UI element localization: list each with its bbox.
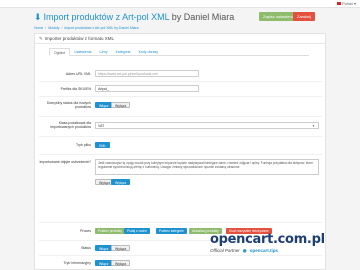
- top-bar: Polski ▾: [0, 0, 360, 8]
- module-status-on-toggle[interactable]: Włącz: [95, 245, 113, 251]
- info-mode-on-toggle[interactable]: Włącz: [95, 260, 113, 266]
- feed-mode-label: Tryb pliku: [75, 143, 91, 147]
- divider: [39, 222, 322, 223]
- divider: [39, 154, 322, 155]
- divider: [39, 81, 322, 82]
- fetch-categories-button[interactable]: Pobierz kategorie: [156, 228, 187, 234]
- language-selector[interactable]: Polski ▾: [337, 1, 356, 6]
- app-window: Polski ▾ ⬇ Import produktów z Art-pol XML…: [0, 0, 360, 270]
- breadcrumb-modules[interactable]: Moduły: [48, 26, 59, 30]
- tab-images[interactable]: Kody obrazy: [135, 48, 162, 56]
- watermark-partner: Official Partner ◉ opencart.tips: [210, 248, 278, 253]
- breadcrumb: Home / Moduły / Import produktów z Art-p…: [34, 26, 139, 30]
- module-status-off-toggle[interactable]: Wyłącz: [111, 245, 131, 251]
- status-no-toggle[interactable]: Wyłącz: [111, 102, 131, 108]
- divider: [39, 136, 322, 137]
- watermark-logo: opencart.com.pl Official Partner ◉ opencar…: [210, 232, 350, 254]
- note-on-toggle[interactable]: Wyłącz: [111, 179, 131, 185]
- note-label: Importowane objęte ostrzeżenie?: [39, 160, 91, 164]
- feed-mode-button[interactable]: XML: [95, 142, 111, 148]
- prefix-input[interactable]: Artpol_: [95, 85, 199, 92]
- tab-categories[interactable]: Kategorie: [112, 48, 135, 56]
- chevron-down-icon: ▼: [312, 124, 315, 128]
- close-button[interactable]: Zamknij: [293, 12, 316, 21]
- divider: [39, 96, 322, 97]
- cache-button[interactable]: Podaj z cache: [124, 228, 151, 234]
- pencil-icon: ✎: [39, 36, 43, 41]
- prefix-label: Prefiks dla SKU/EN: [60, 87, 91, 91]
- opencart-tips-icon: ◉: [242, 248, 247, 253]
- info-mode-label: Tryb informacyjny: [63, 261, 92, 265]
- process-label: Proces: [80, 229, 91, 233]
- divider: [39, 116, 322, 117]
- xml-address-label: Adres URL XML: [65, 72, 91, 76]
- flag-icon: [337, 2, 342, 6]
- panel-heading: ✎ Importer produktów z formatu XML: [35, 34, 325, 44]
- watermark-site: opencart.com.pl: [210, 232, 325, 247]
- xml-address-input[interactable]: https://www.art-pol.pl/xml/products.xml: [95, 70, 199, 77]
- tab-bar: Ogólne Ustawienia Ceny Kategorie Kody ob…: [49, 48, 309, 56]
- breadcrumb-current[interactable]: Import produktów z Art-pol XML by Daniel…: [64, 26, 138, 30]
- tab-prices[interactable]: Ceny: [95, 48, 111, 56]
- tax-class-select[interactable]: VAT ▼: [95, 122, 319, 129]
- info-mode-off-toggle[interactable]: Wyłącz: [111, 260, 131, 266]
- note-textarea[interactable]: Jeśli zaznaczysz tę opcję moduł przy kol…: [95, 159, 319, 175]
- tab-general[interactable]: Ogólne: [49, 48, 71, 56]
- tab-settings[interactable]: Ustawienia: [70, 48, 95, 56]
- divider: [39, 255, 322, 256]
- new-products-status-label: Domyślny status dla nowych produktów: [46, 101, 91, 109]
- download-icon: ⬇: [34, 12, 42, 22]
- status-label: Status: [81, 246, 91, 250]
- tax-class-label: Klasa podatkowa dla importowanych produk…: [50, 121, 91, 129]
- breadcrumb-home[interactable]: Home: [34, 26, 43, 30]
- fetch-products-button[interactable]: Pobierz produkty: [95, 228, 125, 234]
- status-yes-toggle[interactable]: Włącz: [95, 102, 113, 108]
